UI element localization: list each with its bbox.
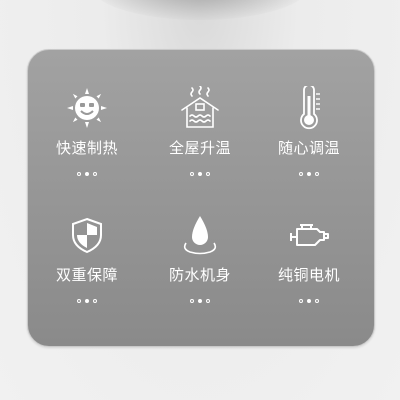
pager-dots	[190, 172, 210, 176]
pager-dots	[190, 299, 210, 303]
pager-dot	[93, 172, 97, 176]
shield-icon	[65, 213, 109, 257]
feature-label: 随心调温	[277, 139, 340, 157]
feature-double-protection: 双重保障	[32, 213, 142, 323]
pager-dot	[299, 299, 303, 303]
pager-dot-active	[198, 299, 202, 303]
pager-dot	[77, 299, 81, 303]
pager-dots	[299, 299, 319, 303]
pager-dot-active	[85, 172, 89, 176]
feature-label: 全屋升温	[168, 139, 231, 157]
feature-waterproof-body: 防水机身	[145, 213, 255, 323]
pager-dot	[93, 299, 97, 303]
pager-dot	[77, 172, 81, 176]
feature-label: 防水机身	[168, 266, 231, 284]
feature-copper-motor: 纯铜电机	[254, 213, 364, 323]
pager-dots	[299, 172, 319, 176]
pager-dot-active	[198, 172, 202, 176]
feature-panel: 快速制热 全屋升温 随心调温 双重保障 防水机身 纯铜电机	[27, 49, 375, 347]
product-shadow	[90, 0, 310, 20]
pager-dot	[299, 172, 303, 176]
sun-face-icon	[65, 86, 109, 130]
feature-adjustable-temperature: 随心调温	[254, 86, 364, 196]
pager-dot	[206, 172, 210, 176]
pager-dot	[190, 172, 194, 176]
pager-dot	[206, 299, 210, 303]
feature-label: 纯铜电机	[277, 266, 340, 284]
house-heat-icon	[178, 86, 222, 130]
pager-dots	[77, 299, 97, 303]
pager-dot-active	[85, 299, 89, 303]
pager-dot	[315, 172, 319, 176]
feature-label: 双重保障	[55, 266, 118, 284]
feature-quick-heating: 快速制热	[32, 86, 142, 196]
pager-dot-active	[307, 172, 311, 176]
pager-dot	[190, 299, 194, 303]
feature-whole-house-heating: 全屋升温	[145, 86, 255, 196]
motor-icon	[287, 213, 331, 257]
pager-dot	[315, 299, 319, 303]
water-drop-icon	[178, 213, 222, 257]
pager-dot-active	[307, 299, 311, 303]
thermometer-icon	[287, 86, 331, 130]
feature-label: 快速制热	[55, 139, 118, 157]
pager-dots	[77, 172, 97, 176]
